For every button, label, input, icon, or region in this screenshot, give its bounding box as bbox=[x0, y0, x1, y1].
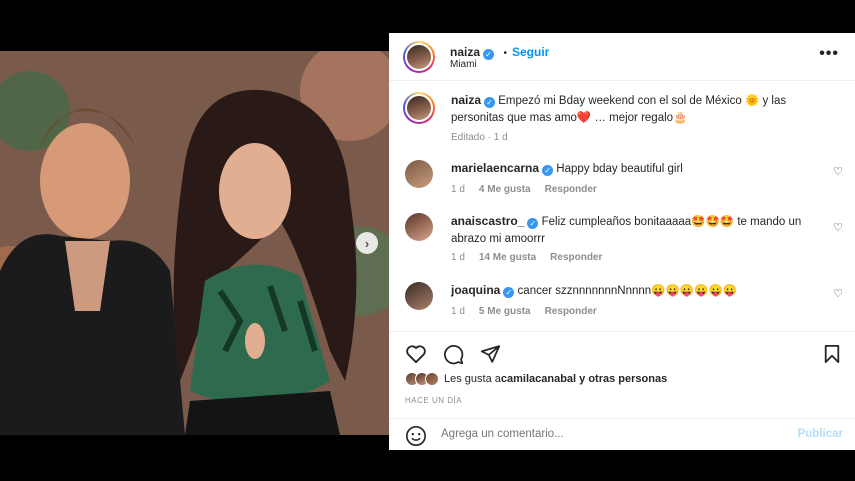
likes-prefix: Les gusta a bbox=[444, 373, 501, 385]
verified-badge-icon: ✓ bbox=[503, 287, 515, 298]
comment-text: Happy bday beautiful girl bbox=[556, 163, 683, 175]
post-panel: naiza ✓ • Seguir Miami ••• naiza ✓ Empezó m… bbox=[389, 33, 855, 450]
reply-button[interactable]: Responder bbox=[545, 184, 597, 195]
post-photo[interactable]: › bbox=[0, 51, 389, 435]
chevron-right-icon: › bbox=[364, 235, 370, 251]
comment-likes[interactable]: 14 Me gusta bbox=[479, 252, 536, 263]
edited-label: Editado · 1 d bbox=[451, 132, 508, 143]
next-photo-button[interactable]: › bbox=[356, 232, 378, 254]
reply-button[interactable]: Responder bbox=[550, 252, 602, 263]
add-comment-bar: Publicar bbox=[389, 418, 855, 450]
heart-outline-icon[interactable]: ♡ bbox=[833, 221, 843, 234]
caption-username[interactable]: naiza bbox=[451, 93, 481, 107]
verified-badge-icon: ✓ bbox=[483, 49, 495, 60]
comment: joaquina ✓ cancer szznnnnnnnNnnnn😛😛😛😛😛😛 bbox=[451, 282, 821, 300]
heart-outline-icon[interactable]: ♡ bbox=[833, 165, 843, 178]
likes-summary: Les gusta a camilacanabal y otras person… bbox=[405, 372, 667, 386]
verified-badge-icon: ✓ bbox=[542, 165, 554, 176]
reply-button[interactable]: Responder bbox=[545, 306, 597, 317]
commenter-avatar[interactable] bbox=[405, 213, 433, 241]
comments-section: naiza ✓ Empezó mi Bday weekend con el sol… bbox=[389, 82, 855, 330]
comment: anaiscastro_ ✓ Feliz cumpleaños bonitaaaa… bbox=[451, 213, 821, 248]
comment-likes[interactable]: 5 Me gusta bbox=[479, 306, 531, 317]
comment-username[interactable]: marielaencarna bbox=[451, 161, 539, 175]
comment-meta: 1 d 4 Me gusta Responder bbox=[451, 184, 597, 195]
paper-plane-icon[interactable] bbox=[480, 344, 501, 364]
smiley-icon[interactable] bbox=[405, 425, 427, 447]
comment-username[interactable]: joaquina bbox=[451, 283, 500, 297]
comment-meta: 1 d 14 Me gusta Responder bbox=[451, 252, 602, 263]
commenter-avatar[interactable] bbox=[405, 160, 433, 188]
comment-text: cancer szznnnnnnnNnnnn😛😛😛😛😛😛 bbox=[517, 285, 738, 297]
comment-age: 1 d bbox=[451, 184, 465, 195]
photo-illustration bbox=[0, 51, 389, 435]
caption: naiza ✓ Empezó mi Bday weekend con el sol… bbox=[451, 92, 831, 127]
location-link[interactable]: Miami bbox=[450, 59, 477, 70]
bookmark-icon[interactable] bbox=[823, 344, 841, 364]
heart-outline-icon[interactable]: ♡ bbox=[833, 287, 843, 300]
comment-bubble-icon[interactable] bbox=[443, 344, 464, 365]
post-comment-button[interactable]: Publicar bbox=[798, 428, 843, 440]
comment-input[interactable] bbox=[441, 428, 771, 440]
caption-text: Empezó mi Bday weekend con el sol de Méx… bbox=[451, 95, 787, 124]
comment-age: 1 d bbox=[451, 306, 465, 317]
screen: › naiza ✓ • Seguir Miami ••• naiza ✓ Emp… bbox=[0, 0, 855, 481]
like-heart-icon[interactable] bbox=[405, 344, 427, 364]
caption-meta: Editado · 1 d bbox=[451, 132, 508, 143]
comment-meta: 1 d 5 Me gusta Responder bbox=[451, 306, 597, 317]
verified-badge-icon: ✓ bbox=[484, 97, 496, 108]
commenter-avatar[interactable] bbox=[405, 282, 433, 310]
verified-badge-icon: ✓ bbox=[527, 218, 539, 229]
comment: marielaencarna ✓ Happy bday beautiful gir… bbox=[451, 160, 821, 178]
follow-button[interactable]: Seguir bbox=[512, 45, 549, 59]
liker-avatar[interactable] bbox=[425, 372, 439, 386]
comment-username[interactable]: anaiscastro_ bbox=[451, 214, 524, 228]
liker-username[interactable]: camilacanabal bbox=[501, 373, 576, 385]
comment-likes[interactable]: 4 Me gusta bbox=[479, 184, 531, 195]
post-header: naiza ✓ • Seguir Miami ••• bbox=[389, 33, 855, 81]
more-options-icon[interactable]: ••• bbox=[819, 45, 839, 63]
separator-dot: • bbox=[503, 48, 507, 59]
comment-age: 1 d bbox=[451, 252, 465, 263]
others-link[interactable]: y otras personas bbox=[576, 373, 667, 385]
author-avatar[interactable] bbox=[403, 41, 435, 73]
post-timestamp[interactable]: HACE UN DÍA bbox=[405, 396, 462, 405]
caption-avatar[interactable] bbox=[403, 92, 435, 124]
author-username[interactable]: naiza bbox=[450, 45, 480, 59]
